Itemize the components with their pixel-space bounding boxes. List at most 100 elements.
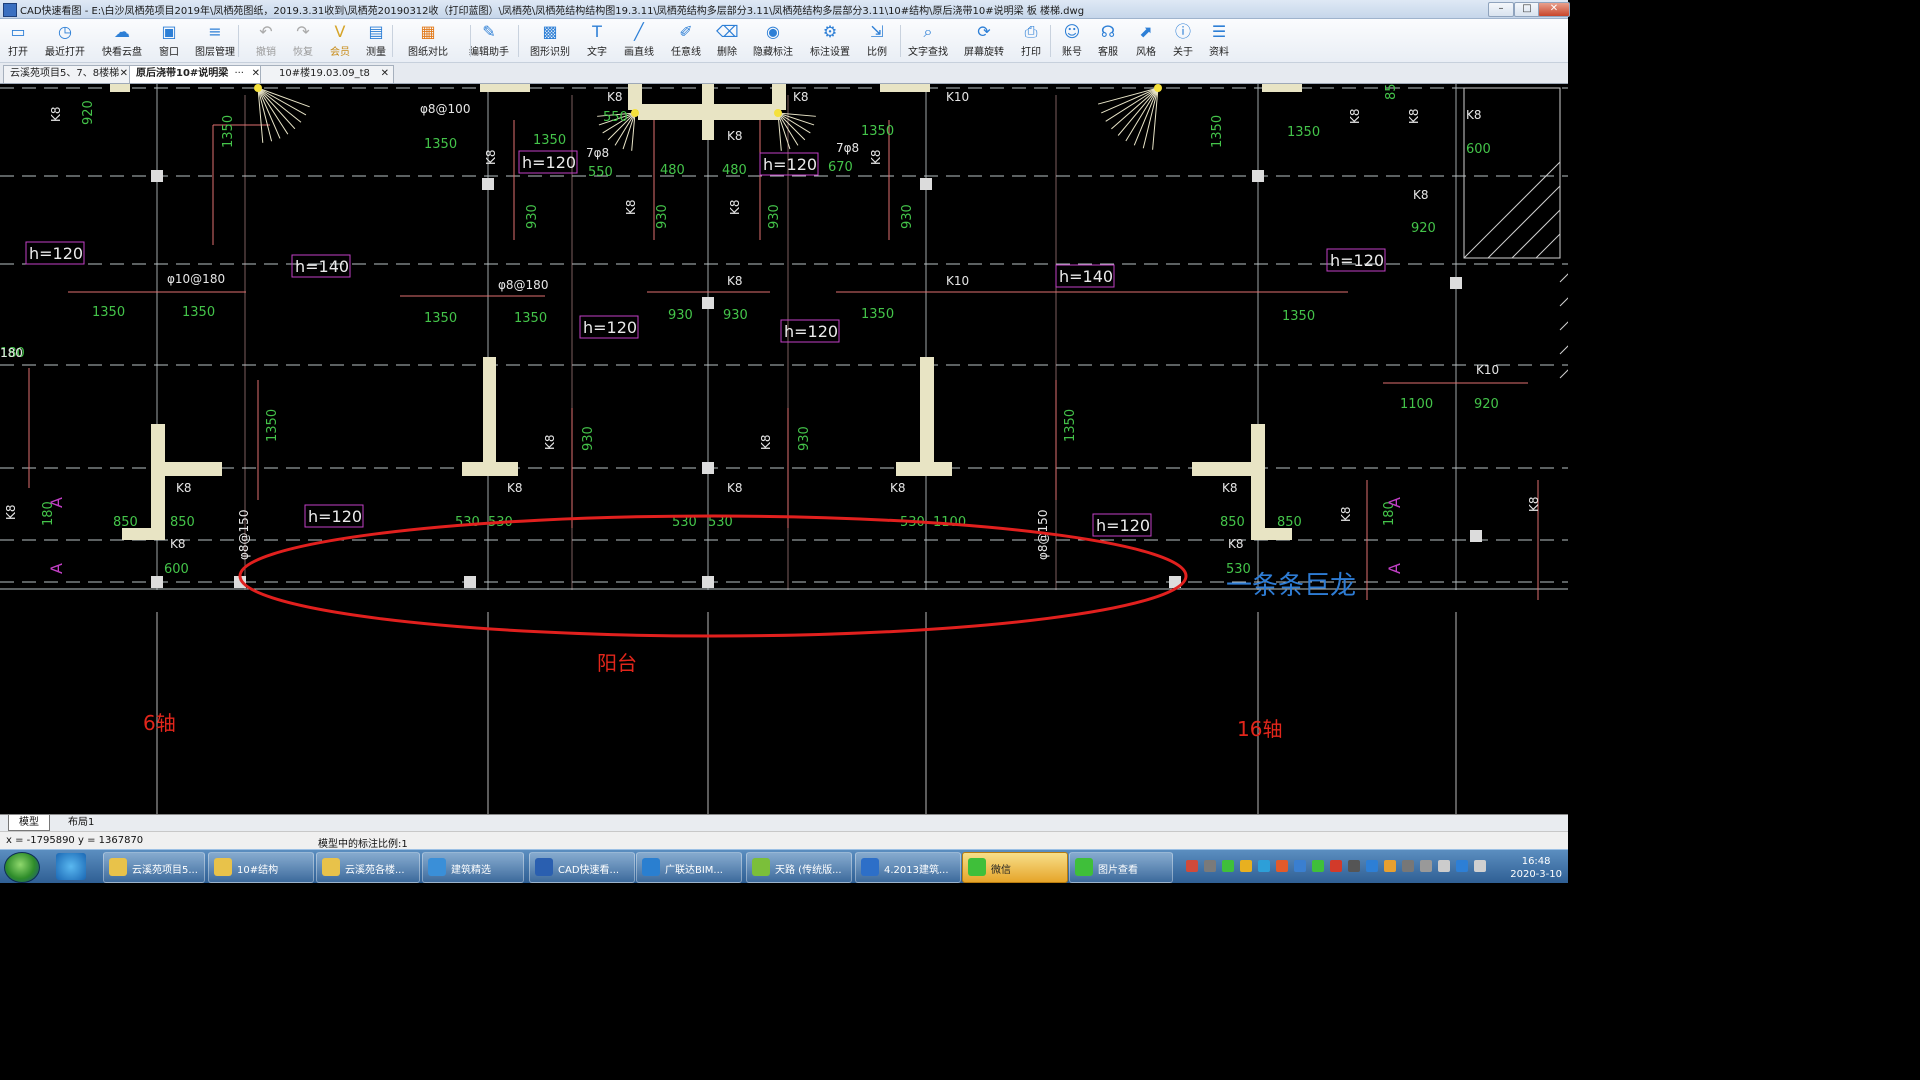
tab-doc-1[interactable]: 云溪苑项目5、7、8楼梯 ✕ [3, 65, 133, 83]
toolbar-button-layers[interactable]: ≡ 图层管理 [193, 21, 237, 61]
tab-model[interactable]: 模型 [8, 815, 50, 831]
toolbar-button-folder-open[interactable]: ▭ 打开 [0, 21, 40, 61]
toolbar-button-markup-settings[interactable]: ⚙ 标注设置 [808, 21, 852, 61]
stair-pivot [1154, 84, 1162, 92]
minimize-button[interactable]: – [1488, 2, 1514, 17]
toolbar-button-window[interactable]: ▣ 窗口 [147, 21, 191, 61]
clock[interactable]: 16:48 2020-3-10 [1510, 855, 1562, 881]
toolbar-button-shape-recognize[interactable]: ▩ 图形识别 [528, 21, 572, 61]
tray-icon[interactable] [1294, 860, 1306, 872]
dimension-text: 850 [113, 515, 138, 530]
beam-mark: K10 [946, 274, 969, 288]
rebar-label: φ8@180 [498, 278, 548, 292]
taskbar-item[interactable]: 图片查看 [1069, 852, 1173, 883]
tray-icon[interactable] [1384, 860, 1396, 872]
drawing-canvas[interactable]: h=120 h=140 h=120 h=120 h=120 h=120 h=120 h=140… [0, 84, 1568, 814]
taskbar-item[interactable]: 广联达BIM... [636, 852, 742, 883]
tray-icon[interactable] [1186, 860, 1198, 872]
column-node [464, 576, 476, 588]
beam-mark: K8 [4, 504, 18, 520]
tab-layout1[interactable]: 布局1 [58, 815, 104, 830]
toolbar-button-hide-markup[interactable]: ◉ 隐藏标注 [751, 21, 795, 61]
hatch-line [1487, 185, 1561, 259]
taskbar-item-label: 天路 (传统版... [775, 865, 842, 876]
tray-icon[interactable] [1438, 860, 1450, 872]
toolbar-button-freehand[interactable]: ✐ 任意线 [664, 21, 708, 61]
tray-icon[interactable] [1456, 860, 1468, 872]
hatch-line [1559, 321, 1568, 331]
tray-icon[interactable] [1474, 860, 1486, 872]
taskbar-item[interactable]: 云溪苑项目5... [103, 852, 205, 883]
tray-icon[interactable] [1348, 860, 1360, 872]
wechat-icon [968, 858, 986, 876]
dimension-text: 1350 [1287, 125, 1320, 140]
tray-icon[interactable] [1420, 860, 1432, 872]
taskbar-item[interactable]: 4.2013建筑... [855, 852, 961, 883]
toolbar-button-printer[interactable]: ⎙ 打印 [1009, 21, 1053, 61]
tray-icon[interactable] [1204, 860, 1216, 872]
tray-icon[interactable] [1366, 860, 1378, 872]
toolbar-separator [1050, 25, 1051, 57]
beam-mark: K10 [946, 90, 969, 104]
toolbar-button-text[interactable]: T 文字 [575, 21, 619, 61]
dimension-text: 920 [1411, 221, 1436, 236]
tray-icon[interactable] [1312, 860, 1324, 872]
folder-icon [214, 858, 232, 876]
toolbar-button-text-search[interactable]: ⌕ 文字查找 [906, 21, 950, 61]
tab-doc-3[interactable]: 10#楼19.03.09_t8 ✕ [260, 65, 394, 83]
vip-icon: V [334, 22, 346, 41]
bim-icon [642, 858, 660, 876]
watermark-text: 一条条巨龙 [1226, 571, 1356, 601]
maximize-button[interactable]: □ [1514, 2, 1540, 17]
beam-mark: K8 [607, 90, 623, 104]
tab-close-icon[interactable]: ✕ [120, 66, 128, 82]
account-icon: ☺ [1063, 22, 1081, 41]
toolbar-button-rotate-screen[interactable]: ⟳ 屏幕旋转 [962, 21, 1006, 61]
beam-mark: K8 [1228, 537, 1244, 551]
taskbar-item[interactable]: 建筑精选 [422, 852, 524, 883]
taskbar-item[interactable]: CAD快速看... [529, 852, 635, 883]
tray-icon[interactable] [1258, 860, 1270, 872]
toolbar-button-documents[interactable]: ☰ 资料 [1197, 21, 1241, 61]
rebar-label: 7φ8 [836, 141, 859, 155]
thickness-tag: h=120 [308, 507, 362, 526]
toolbar-button-eraser[interactable]: ⌫ 删除 [705, 21, 749, 61]
sogou-pinned-icon[interactable] [56, 853, 86, 880]
toolbar-button-cloud[interactable]: ☁ 快看云盘 [100, 21, 144, 61]
tray-icon[interactable] [1222, 860, 1234, 872]
dimension-text: 930 [900, 204, 915, 229]
toolbar-label: 资料 [1209, 47, 1229, 58]
close-button[interactable]: ✕ [1538, 2, 1570, 17]
browser-icon [428, 858, 446, 876]
tray-icon[interactable] [1402, 860, 1414, 872]
toolbar-label: 打开 [8, 47, 28, 58]
eraser-icon: ⌫ [716, 22, 739, 41]
beam-mark: K8 [1527, 496, 1541, 512]
freehand-icon: ✐ [679, 22, 693, 41]
tab-doc-2[interactable]: 原后浇带10#说明梁 ··· ✕ [129, 65, 265, 83]
taskbar-item[interactable]: 云溪苑各楼... [316, 852, 420, 883]
clock-time: 16:48 [1521, 856, 1551, 867]
section-mark: A [1385, 563, 1404, 574]
tray-icon[interactable] [1276, 860, 1288, 872]
toolbar-label: 任意线 [671, 47, 701, 58]
section-mark: A [47, 563, 66, 574]
tab-close-icon[interactable]: ✕ [381, 66, 389, 82]
tray-icon[interactable] [1240, 860, 1252, 872]
taskbar-item[interactable]: 微信 [962, 852, 1068, 883]
toolbar-button-history[interactable]: ◷ 最近打开 [43, 21, 87, 61]
tray-icon[interactable] [1330, 860, 1342, 872]
taskbar-item[interactable]: 天路 (传统版... [746, 852, 852, 883]
taskbar-item[interactable]: 10#结构 [208, 852, 314, 883]
dimension-text: 1350 [265, 409, 280, 442]
stair-fan-line [1125, 87, 1159, 142]
toolbar-button-compare[interactable]: ▦ 图纸对比 [406, 21, 450, 61]
toolbar-button-scale[interactable]: ⇲ 比例 [855, 21, 899, 61]
start-button[interactable] [4, 852, 40, 883]
toolbar-button-line[interactable]: ╱ 画直线 [617, 21, 661, 61]
tab-more-icon[interactable]: ··· [234, 66, 244, 82]
tab-close-icon[interactable]: ✕ [252, 66, 260, 82]
wall [920, 357, 934, 476]
toolbar-button-edit-helper[interactable]: ✎ 编辑助手 [467, 21, 511, 61]
toolbar-label: 文字查找 [908, 47, 948, 58]
